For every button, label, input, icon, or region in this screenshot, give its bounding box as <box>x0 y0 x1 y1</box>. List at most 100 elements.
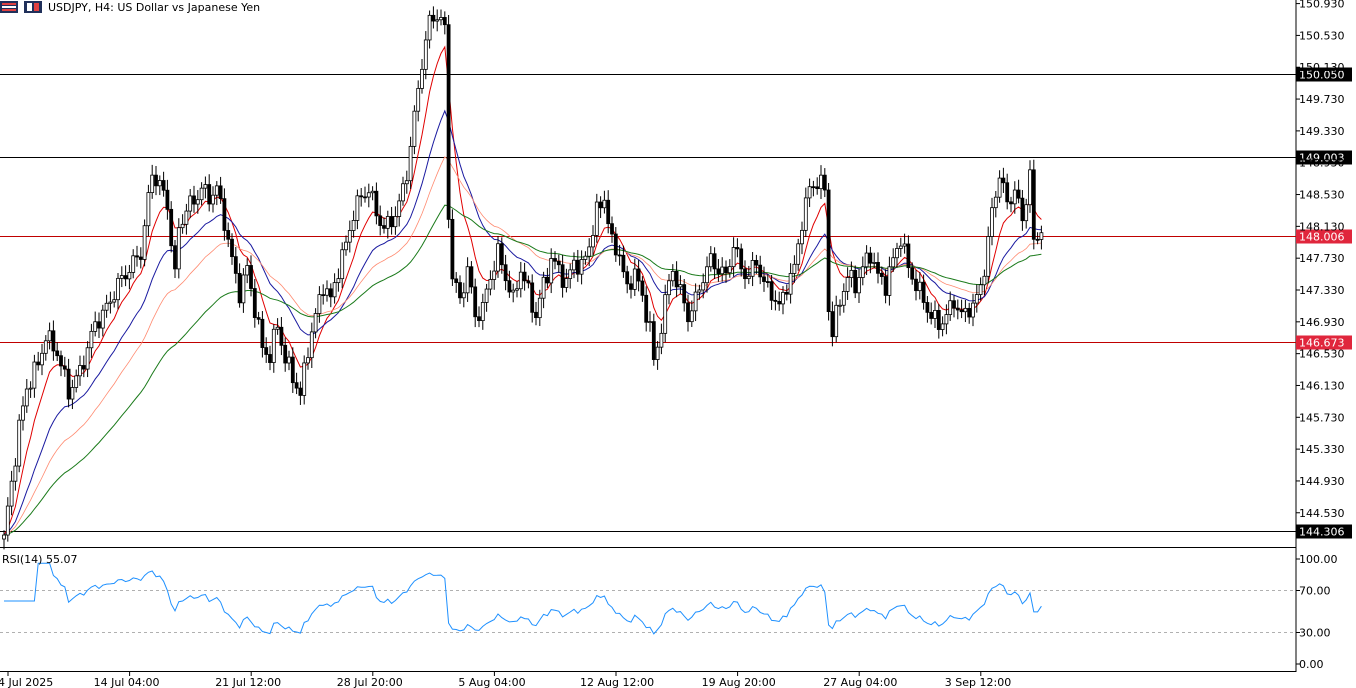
candle-body <box>507 280 512 293</box>
candle-body <box>226 230 231 240</box>
candle-body <box>420 68 424 89</box>
candle-body <box>811 186 816 189</box>
candle-body <box>1016 189 1021 199</box>
candle-body <box>929 311 934 319</box>
candle-body <box>579 259 584 275</box>
candle-body <box>492 270 497 280</box>
time-tick-label: 27 Aug 04:00 <box>823 676 897 688</box>
candle-body <box>921 281 926 303</box>
candle-body <box>720 266 725 275</box>
candle-body <box>108 301 113 304</box>
candle-body <box>1009 201 1013 205</box>
price-tick-label: 147.330 <box>1299 284 1345 297</box>
candle-body <box>435 19 440 22</box>
candle-body <box>830 311 835 338</box>
candle-body <box>146 192 151 227</box>
candle-body <box>97 321 101 329</box>
candle-body <box>28 387 33 390</box>
candle-body <box>1028 169 1032 206</box>
candle-body <box>788 273 793 295</box>
candle-body <box>522 271 527 282</box>
candle-body <box>461 292 466 299</box>
candle-body <box>21 405 25 421</box>
candle-body <box>724 266 728 274</box>
candle-body <box>135 255 139 258</box>
candle-body <box>887 266 892 296</box>
candle-body <box>974 294 979 304</box>
candle-body <box>473 286 478 318</box>
candle-body <box>518 271 523 290</box>
rsi-line <box>4 562 1042 635</box>
candle-body <box>777 301 782 305</box>
candle-body <box>591 235 595 248</box>
candle-body <box>556 260 561 266</box>
candle-body <box>237 273 242 304</box>
rsi-tick-label: 70.00 <box>1299 585 1331 598</box>
time-tick-label: 12 Aug 12:00 <box>580 676 654 688</box>
candle-body <box>423 39 428 70</box>
candle-body <box>925 302 930 313</box>
candle-body <box>389 216 394 228</box>
candle-body <box>188 195 193 212</box>
candle-body <box>85 347 90 370</box>
candle-body <box>370 190 375 194</box>
candle-body <box>116 277 120 301</box>
time-tick-label: 4 Jul 2025 <box>0 676 53 688</box>
candle-body <box>515 288 519 291</box>
price-tick-label: 146.130 <box>1299 379 1345 392</box>
candle-body <box>617 254 622 257</box>
candle-body <box>385 216 390 229</box>
candle-body <box>651 321 656 360</box>
candle-body <box>644 294 649 323</box>
candle-body <box>59 355 63 367</box>
candle-body <box>575 259 580 275</box>
candle-body <box>89 330 94 349</box>
candle-body <box>195 199 200 205</box>
candle-body <box>986 236 991 277</box>
candle-body <box>184 210 189 225</box>
candle-body <box>1039 232 1044 240</box>
level-label: 144.306 <box>1299 526 1345 539</box>
rsi-tick-label: 0.00 <box>1299 658 1324 671</box>
candle-body <box>610 223 614 235</box>
candle-body <box>351 220 356 231</box>
candle-body <box>708 253 713 268</box>
candle-body <box>948 300 953 315</box>
candle-body <box>712 253 717 270</box>
candle-body <box>853 269 858 294</box>
price-chart[interactable]: 150.050149.003148.006146.673144.306 100.… <box>0 0 1356 688</box>
candle-body <box>32 361 37 389</box>
candle-body <box>233 256 238 274</box>
candle-body <box>62 365 67 370</box>
candle-body <box>192 195 196 205</box>
candle-body <box>180 223 185 229</box>
candle-body <box>363 196 367 199</box>
candle-body <box>629 283 633 290</box>
candle-body <box>256 317 261 320</box>
candle-body <box>800 229 804 245</box>
candle-body <box>583 255 588 260</box>
time-tick-label: 21 Jul 12:00 <box>215 676 281 688</box>
candle-body <box>997 177 1002 198</box>
candle-body <box>81 365 86 370</box>
candle-body <box>917 281 922 292</box>
candle-body <box>264 347 269 355</box>
candle-body <box>157 180 162 187</box>
candle-body <box>287 356 291 364</box>
candle-body <box>275 326 280 330</box>
candle-body <box>898 245 903 249</box>
candle-body <box>450 218 455 280</box>
candle-body <box>321 294 326 297</box>
candle-body <box>154 174 158 187</box>
candle-body <box>173 245 177 270</box>
candle-body <box>1031 169 1036 240</box>
candle-body <box>503 264 508 282</box>
candle-body <box>488 279 493 290</box>
candle-body <box>701 282 706 291</box>
candle-body <box>477 316 481 322</box>
candle-body <box>663 294 668 334</box>
candle-body <box>860 266 865 278</box>
candle-body <box>47 330 52 342</box>
candle-body <box>431 14 436 22</box>
candle-body <box>534 311 538 319</box>
